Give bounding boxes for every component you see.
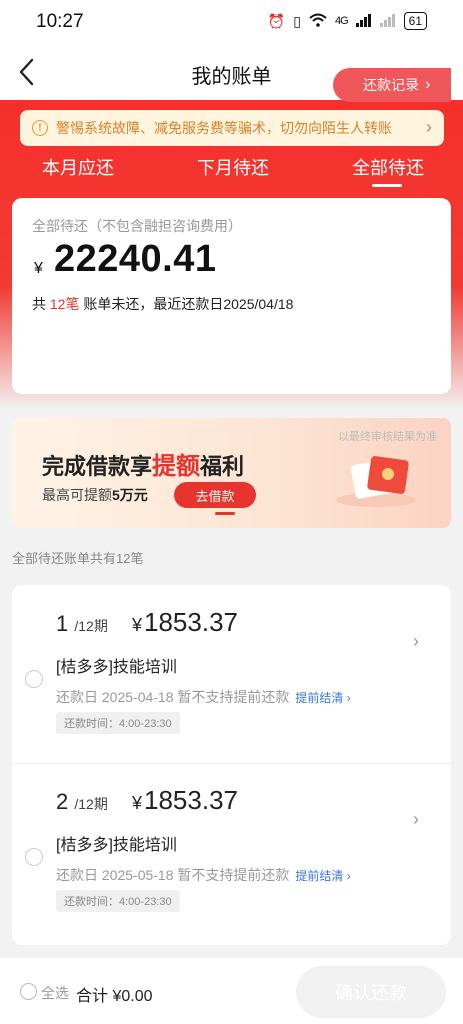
period-number: 2 bbox=[56, 789, 69, 814]
bill-period: 1 /12期 bbox=[56, 611, 108, 637]
due-date-text: 还款日 2025-04-18 暂不支持提前还款 bbox=[56, 689, 290, 705]
vibrate-icon: ▯ bbox=[293, 12, 301, 29]
early-settle-link[interactable]: 提前结清 › bbox=[295, 691, 350, 705]
bottom-bar: 全选 合计 ¥0.00 确认还款 bbox=[0, 958, 463, 1024]
status-time: 10:27 bbox=[36, 11, 84, 32]
signal-icon bbox=[355, 13, 372, 30]
amount-value: 1853.37 bbox=[144, 607, 238, 637]
bill-name: [桔多多]技能培训 bbox=[56, 659, 177, 676]
confirm-repay-button[interactable]: 确认还款 bbox=[296, 966, 446, 1018]
chevron-right-icon: › bbox=[425, 76, 431, 93]
total-amount: 合计 ¥0.00 bbox=[76, 988, 153, 1005]
currency-symbol: ¥ bbox=[34, 260, 43, 277]
network-type: 4G bbox=[334, 15, 349, 27]
bill-date: 还款日 2025-05-18 暂不支持提前还款 提前结清 › bbox=[56, 865, 351, 885]
list-caption: 全部待还账单共有12笔 bbox=[12, 551, 144, 566]
bill-checkbox[interactable] bbox=[25, 670, 43, 688]
tab-bar: 本月应还 下月待还 全部待还 bbox=[0, 148, 463, 196]
bill-period: 2 /12期 bbox=[56, 789, 108, 815]
tab-all-pending[interactable]: 全部待还 bbox=[352, 154, 424, 180]
yen-symbol: ¥ bbox=[132, 615, 143, 635]
period-total: /12期 bbox=[74, 796, 108, 812]
active-tab-indicator bbox=[372, 184, 402, 187]
repay-record-button[interactable]: 还款记录 › bbox=[333, 68, 451, 102]
bill-date: 还款日 2025-04-18 暂不支持提前还款 提前结清 › bbox=[56, 687, 351, 707]
period-total: /12期 bbox=[74, 618, 108, 634]
chevron-right-icon[interactable]: › bbox=[413, 631, 419, 652]
early-settle-link[interactable]: 提前结清 › bbox=[295, 869, 350, 883]
bill-checkbox[interactable] bbox=[25, 848, 43, 866]
red-envelope-icon bbox=[336, 456, 416, 507]
repay-time-tag: 还款时间：4:00-23:30 bbox=[56, 890, 180, 912]
amount-value: 1853.37 bbox=[144, 785, 238, 815]
banner-title-pre: 完成借款享 bbox=[42, 454, 153, 479]
signal-icon-2 bbox=[379, 13, 396, 30]
go-borrow-button[interactable]: 去借款 bbox=[174, 482, 256, 508]
summary-info: 共 12笔 账单未还，最近还款日2025/04/18 bbox=[32, 294, 293, 314]
fraud-warning-notice[interactable]: ! 警惕系统故障、减免服务费等骗术，切勿向陌生人转账 › bbox=[20, 110, 444, 146]
alarm-icon: ⏰ bbox=[267, 12, 286, 29]
list-item[interactable]: 2 /12期 ¥1853.37 [桔多多]技能培训 还款日 2025-05-18… bbox=[12, 763, 451, 941]
promo-banner[interactable]: 以最终审核结果为准 完成借款享提额福利 最高可提额5万元 去借款 bbox=[12, 418, 451, 528]
banner-sub-pre: 最高可提额 bbox=[42, 487, 112, 503]
select-all-label[interactable]: 全选 bbox=[41, 983, 69, 1003]
warning-icon: ! bbox=[32, 120, 48, 136]
chevron-right-icon: › bbox=[426, 117, 432, 137]
period-number: 1 bbox=[56, 611, 69, 636]
summary-label: 全部待还（不包含融担咨询费用） bbox=[32, 218, 242, 234]
repay-time-tag: 还款时间：4:00-23:30 bbox=[56, 712, 180, 734]
bill-amount: ¥1853.37 bbox=[132, 785, 238, 816]
repay-record-label: 还款记录 bbox=[363, 77, 419, 93]
banner-subtitle: 最高可提额5万元 bbox=[42, 485, 148, 505]
list-item[interactable]: 1 /12期 ¥1853.37 [桔多多]技能培训 还款日 2025-04-18… bbox=[12, 585, 451, 763]
banner-sub-bold: 5万元 bbox=[112, 487, 148, 503]
bill-count: 12笔 bbox=[49, 296, 80, 312]
yen-symbol: ¥ bbox=[132, 793, 143, 813]
status-bar: 10:27 ⏰ ▯ 4G 61 bbox=[0, 0, 463, 44]
summary-card: 全部待还（不包含融担咨询费用） ¥ 22240.41 共 12笔 账单未还，最近… bbox=[12, 198, 451, 394]
select-all-checkbox[interactable] bbox=[20, 983, 37, 1000]
banner-title: 完成借款享提额福利 bbox=[42, 446, 244, 481]
info-prefix: 共 bbox=[32, 296, 50, 312]
due-date-text: 还款日 2025-05-18 暂不支持提前还款 bbox=[56, 867, 290, 883]
bill-amount: ¥1853.37 bbox=[132, 607, 238, 638]
chevron-right-icon[interactable]: › bbox=[413, 809, 419, 830]
info-suffix: 账单未还，最近还款日2025/04/18 bbox=[79, 296, 294, 312]
banner-title-post: 福利 bbox=[200, 454, 245, 479]
banner-title-highlight: 提额 bbox=[152, 453, 201, 480]
status-icons: ⏰ ▯ 4G 61 bbox=[268, 12, 427, 30]
banner-note: 以最终审核结果为准 bbox=[338, 431, 437, 443]
bill-name: [桔多多]技能培训 bbox=[56, 837, 177, 854]
banner-pager-indicator bbox=[215, 512, 235, 515]
notice-text: 警惕系统故障、减免服务费等骗术，切勿向陌生人转账 bbox=[56, 120, 392, 136]
wifi-icon bbox=[309, 13, 327, 30]
tab-next-month[interactable]: 下月待还 bbox=[197, 154, 269, 180]
bill-list: 1 /12期 ¥1853.37 [桔多多]技能培训 还款日 2025-04-18… bbox=[12, 585, 451, 945]
battery-icon: 61 bbox=[403, 12, 427, 30]
tab-this-month[interactable]: 本月应还 bbox=[42, 154, 114, 180]
total-pending-amount: 22240.41 bbox=[54, 238, 217, 280]
